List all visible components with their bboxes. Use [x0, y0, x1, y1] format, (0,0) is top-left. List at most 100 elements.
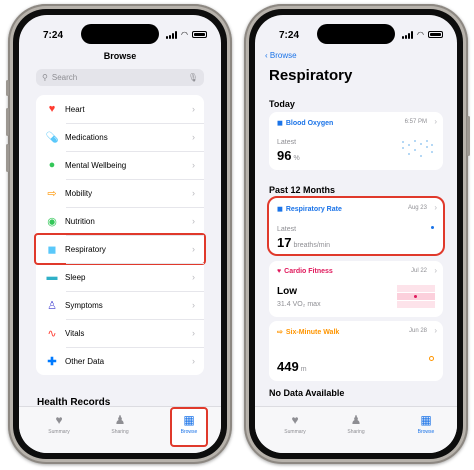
cardio-fitness-card[interactable]: ♥ Cardio Fitness Jul 22 › Low 31.4 VO₂ m…	[269, 261, 443, 317]
category-nutrition[interactable]: ◉ Nutrition ›	[36, 207, 204, 235]
tab-label: Browse	[180, 429, 198, 435]
fitness-range-chart	[397, 285, 435, 309]
card-title: Six-Minute Walk	[285, 328, 340, 336]
status-icons: ◠	[166, 30, 207, 39]
plus-icon: ✚	[47, 355, 57, 368]
page-title: Respiratory	[269, 67, 353, 84]
chevron-right-icon: ›	[192, 160, 195, 170]
right-phone: 7:24 ◠ ‹ Browse Respiratory Today ◼ Bloo…	[244, 4, 470, 464]
side-button	[467, 116, 470, 156]
status-bar: 7:24 ◠	[19, 15, 221, 45]
action-button	[6, 80, 9, 96]
wifi-icon: ◠	[181, 30, 188, 39]
category-list: ♥ Heart › 💊︎ Medications › ● Mental Well…	[34, 95, 206, 375]
search-icon: ⚲	[42, 73, 48, 82]
battery-icon	[428, 31, 443, 38]
card-header: ⇨ Six-Minute Walk	[277, 328, 340, 337]
category-mental-wellbeing[interactable]: ● Mental Wellbeing ›	[36, 151, 204, 179]
card-date: Aug 23	[407, 205, 427, 211]
heart-icon: ♥	[55, 413, 63, 427]
category-label: Respiratory	[65, 244, 106, 254]
six-minute-walk-card[interactable]: ⇨ Six-Minute Walk Jun 28 › 449 m	[269, 321, 443, 381]
microphone-icon[interactable]: 🎙︎	[188, 73, 198, 82]
category-other-data[interactable]: ✚ Other Data ›	[36, 347, 204, 375]
chevron-right-icon: ›	[192, 216, 195, 226]
latest-label: Latest	[277, 226, 297, 233]
tab-browse[interactable]: ▦ Browse	[170, 407, 208, 447]
tab-summary[interactable]: ♥ Summary	[275, 413, 315, 435]
back-button[interactable]: ‹ Browse	[265, 51, 297, 60]
tab-label: Browse	[417, 429, 435, 435]
category-vitals[interactable]: ∿ Vitals ›	[36, 319, 204, 347]
page-title: Browse	[103, 51, 137, 61]
category-sleep[interactable]: ▬ Sleep ›	[36, 263, 204, 291]
tab-browse[interactable]: ▦ Browse	[406, 413, 446, 435]
card-title: Cardio Fitness	[284, 268, 333, 275]
tab-bar: ♥ Summary ♟ Sharing ▦ Browse	[255, 406, 457, 453]
tab-bar: ♥ Summary ♟ Sharing ▦ Browse	[19, 406, 221, 453]
today-heading: Today	[269, 99, 295, 109]
latest-label: Latest	[277, 139, 297, 146]
cellular-signal-icon	[402, 30, 414, 39]
category-symptoms[interactable]: ♙ Symptoms ›	[36, 291, 204, 319]
category-medications[interactable]: 💊︎ Medications ›	[36, 123, 204, 151]
data-point-dot	[431, 226, 434, 229]
chevron-right-icon: ›	[434, 203, 437, 212]
apple-icon: ◉	[47, 215, 57, 228]
category-label: Medications	[65, 132, 108, 142]
status-time: 7:24	[279, 30, 300, 41]
volume-down-button	[6, 144, 9, 172]
status-icons: ◠	[402, 30, 443, 39]
browse-screen: 7:24 ◠ Browse ⚲ Search 🎙︎ ♥ Heart › 💊︎ M…	[19, 15, 221, 453]
category-label: Sleep	[65, 272, 86, 282]
tab-summary[interactable]: ♥ Summary	[39, 413, 79, 435]
tab-label: Summary	[48, 429, 70, 435]
category-mobility[interactable]: ⇨ Mobility ›	[36, 179, 204, 207]
category-respiratory[interactable]: ◼ Respiratory ›	[34, 233, 206, 265]
lungs-icon: ◼	[277, 206, 283, 213]
value-number: 17	[277, 235, 292, 250]
volume-up-button	[6, 108, 9, 136]
vo2-value: 31.4 VO₂ max	[277, 301, 321, 308]
pills-icon: 💊︎	[45, 131, 59, 144]
status-time: 7:24	[43, 30, 64, 41]
latest-value: 96%	[277, 148, 300, 163]
category-label: Vitals	[65, 328, 85, 338]
chevron-right-icon: ›	[192, 188, 195, 198]
card-date: Jul 22	[410, 268, 427, 274]
tab-label: Sharing	[347, 429, 365, 435]
person-icon: ♙	[47, 299, 57, 312]
wifi-icon: ◠	[417, 30, 424, 39]
dynamic-island	[81, 24, 159, 44]
latest-value: 449 m	[277, 359, 307, 374]
bed-icon: ▬	[46, 271, 58, 283]
left-phone: 7:24 ◠ Browse ⚲ Search 🎙︎ ♥ Heart › 💊︎ M…	[6, 4, 232, 464]
no-data-heading: No Data Available	[269, 388, 345, 398]
value-number: 96	[277, 148, 292, 163]
search-placeholder: Search	[51, 73, 78, 82]
value-unit: m	[300, 366, 307, 373]
value-unit: %	[293, 155, 300, 162]
category-label: Nutrition	[65, 216, 95, 226]
search-bar[interactable]: ⚲ Search 🎙︎	[36, 69, 204, 86]
card-date: Jun 28	[408, 328, 427, 334]
latest-value: 17 breaths/min	[277, 235, 330, 250]
sparkline-dots	[402, 140, 433, 157]
respiratory-rate-card[interactable]: ◼ Respiratory Rate Aug 23 › Latest 17 bre…	[267, 196, 445, 256]
grid-icon: ▦	[183, 413, 195, 427]
status-bar: 7:24 ◠	[255, 15, 457, 45]
back-label: Browse	[269, 51, 297, 60]
tab-sharing[interactable]: ♟ Sharing	[100, 413, 140, 435]
chevron-right-icon: ›	[192, 356, 195, 366]
category-heart[interactable]: ♥ Heart ›	[36, 95, 204, 123]
lungs-icon: ◼	[277, 120, 283, 127]
blood-oxygen-card[interactable]: ◼ Blood Oxygen 6:57 PM › Latest 96%	[269, 112, 443, 170]
tab-sharing[interactable]: ♟ Sharing	[336, 413, 376, 435]
tab-label: Sharing	[111, 429, 129, 435]
category-label: Mental Wellbeing	[65, 160, 127, 170]
waveform-icon: ∿	[47, 327, 57, 340]
card-title: Blood Oxygen	[285, 119, 334, 127]
card-header: ◼ Blood Oxygen	[277, 119, 334, 128]
category-label: Other Data	[65, 356, 105, 366]
card-title: Respiratory Rate	[285, 205, 342, 213]
